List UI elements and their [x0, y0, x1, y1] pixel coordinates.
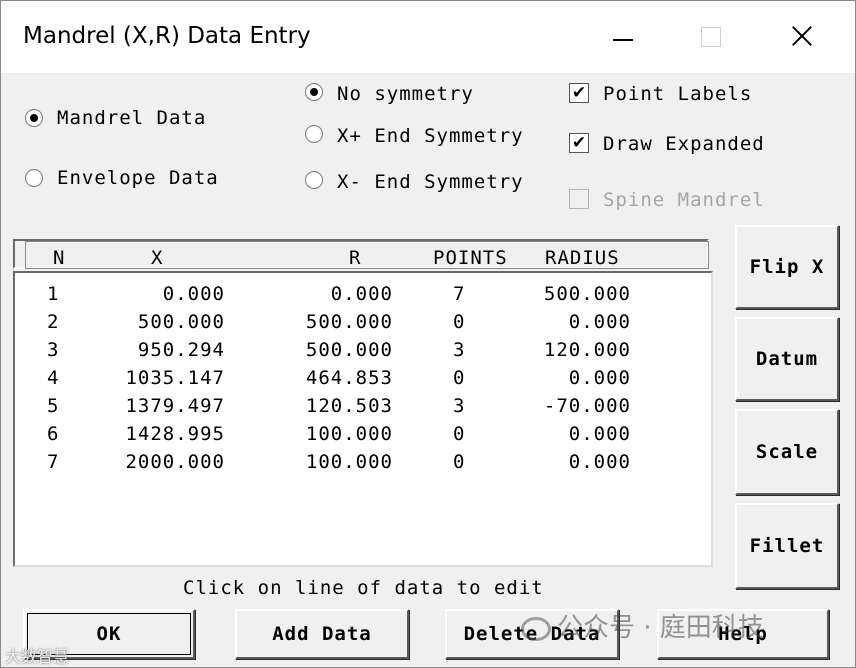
watermark: 公众号 · 庭田科技 [521, 607, 764, 644]
cell-x: 1379.497 [125, 395, 225, 417]
x-minus-symmetry-label[interactable]: X- End Symmetry [337, 171, 524, 193]
cell-r: 120.503 [305, 395, 393, 417]
cell-x: 1035.147 [125, 367, 225, 389]
dialog-window: Mandrel (X,R) Data Entry Mandrel Data En… [0, 0, 856, 668]
cell-r: 500.000 [305, 339, 393, 361]
corner-watermark: 大数智慧 [5, 647, 70, 666]
cell-r: 0.000 [330, 283, 393, 305]
cell-radius: 0.000 [568, 311, 631, 333]
table-row[interactable]: 5 1379.497 120.503 3 -70.000 [15, 395, 705, 423]
cell-x: 500.000 [137, 311, 225, 333]
cell-points: 3 [453, 395, 466, 417]
scale-button[interactable]: Scale [735, 409, 839, 495]
spine-mandrel-checkbox [569, 189, 589, 209]
cell-x: 1428.995 [125, 423, 225, 445]
mandrel-data-label[interactable]: Mandrel Data [57, 107, 206, 129]
x-plus-symmetry-radio[interactable] [305, 125, 323, 143]
cell-x: 950.294 [137, 339, 225, 361]
table-row[interactable]: 1 0.000 0.000 7 500.000 [15, 283, 705, 311]
cell-n: 2 [47, 311, 60, 333]
flip-x-button[interactable]: Flip X [735, 225, 839, 309]
cell-points: 0 [453, 451, 466, 473]
cell-r: 500.000 [305, 311, 393, 333]
envelope-data-label[interactable]: Envelope Data [57, 167, 219, 189]
cell-r: 100.000 [305, 423, 393, 445]
column-header-x: X [151, 247, 164, 269]
point-labels-label[interactable]: Point Labels [603, 83, 752, 105]
cell-n: 4 [47, 367, 60, 389]
column-header-r: R [349, 247, 362, 269]
cell-radius: 0.000 [568, 423, 631, 445]
no-symmetry-label[interactable]: No symmetry [337, 83, 474, 105]
status-text: Click on line of data to edit [183, 577, 544, 599]
mandrel-data-radio[interactable] [25, 109, 43, 127]
cell-r: 464.853 [305, 367, 393, 389]
column-header-n: N [53, 247, 66, 269]
cell-r: 100.000 [305, 451, 393, 473]
cell-points: 7 [453, 283, 466, 305]
maximize-icon [685, 15, 739, 59]
envelope-data-radio[interactable] [25, 169, 43, 187]
no-symmetry-radio[interactable] [305, 83, 323, 101]
minimize-icon[interactable] [597, 15, 651, 59]
cell-x: 0.000 [162, 283, 225, 305]
cell-n: 3 [47, 339, 60, 361]
point-labels-checkbox[interactable]: ✔ [569, 83, 589, 103]
fillet-button[interactable]: Fillet [735, 503, 839, 589]
cell-points: 3 [453, 339, 466, 361]
close-icon[interactable] [777, 15, 831, 59]
cell-points: 0 [453, 311, 466, 333]
column-header-points: POINTS [433, 247, 508, 269]
table-row[interactable]: 6 1428.995 100.000 0 0.000 [15, 423, 705, 451]
cell-radius: 0.000 [568, 367, 631, 389]
cell-radius: -70.000 [543, 395, 631, 417]
x-plus-symmetry-label[interactable]: X+ End Symmetry [337, 125, 524, 147]
x-minus-symmetry-radio[interactable] [305, 171, 323, 189]
cell-n: 5 [47, 395, 60, 417]
wechat-icon [521, 616, 551, 641]
cell-points: 0 [453, 367, 466, 389]
table-row[interactable]: 3 950.294 500.000 3 120.000 [15, 339, 705, 367]
datum-button[interactable]: Datum [735, 317, 839, 401]
table-row[interactable]: 2 500.000 500.000 0 0.000 [15, 311, 705, 339]
draw-expanded-label[interactable]: Draw Expanded [603, 133, 765, 155]
cell-n: 6 [47, 423, 60, 445]
table-row[interactable]: 4 1035.147 464.853 0 0.000 [15, 367, 705, 395]
data-listbox[interactable]: 1 0.000 0.000 7 500.000 2 500.000 500.00… [13, 271, 713, 567]
cell-n: 1 [47, 283, 60, 305]
draw-expanded-checkbox[interactable]: ✔ [569, 133, 589, 153]
cell-radius: 500.000 [543, 283, 631, 305]
add-data-button[interactable]: Add Data [235, 609, 409, 659]
watermark-text: 公众号 · 庭田科技 [557, 613, 764, 643]
cell-points: 0 [453, 423, 466, 445]
cell-x: 2000.000 [125, 451, 225, 473]
table-row[interactable]: 7 2000.000 100.000 0 0.000 [15, 451, 705, 479]
column-header-radius: RADIUS [545, 247, 620, 269]
cell-radius: 0.000 [568, 451, 631, 473]
title-bar[interactable]: Mandrel (X,R) Data Entry [1, 1, 855, 73]
cell-n: 7 [47, 451, 60, 473]
window-title: Mandrel (X,R) Data Entry [23, 23, 311, 49]
cell-radius: 120.000 [543, 339, 631, 361]
spine-mandrel-label: Spine Mandrel [603, 189, 765, 211]
